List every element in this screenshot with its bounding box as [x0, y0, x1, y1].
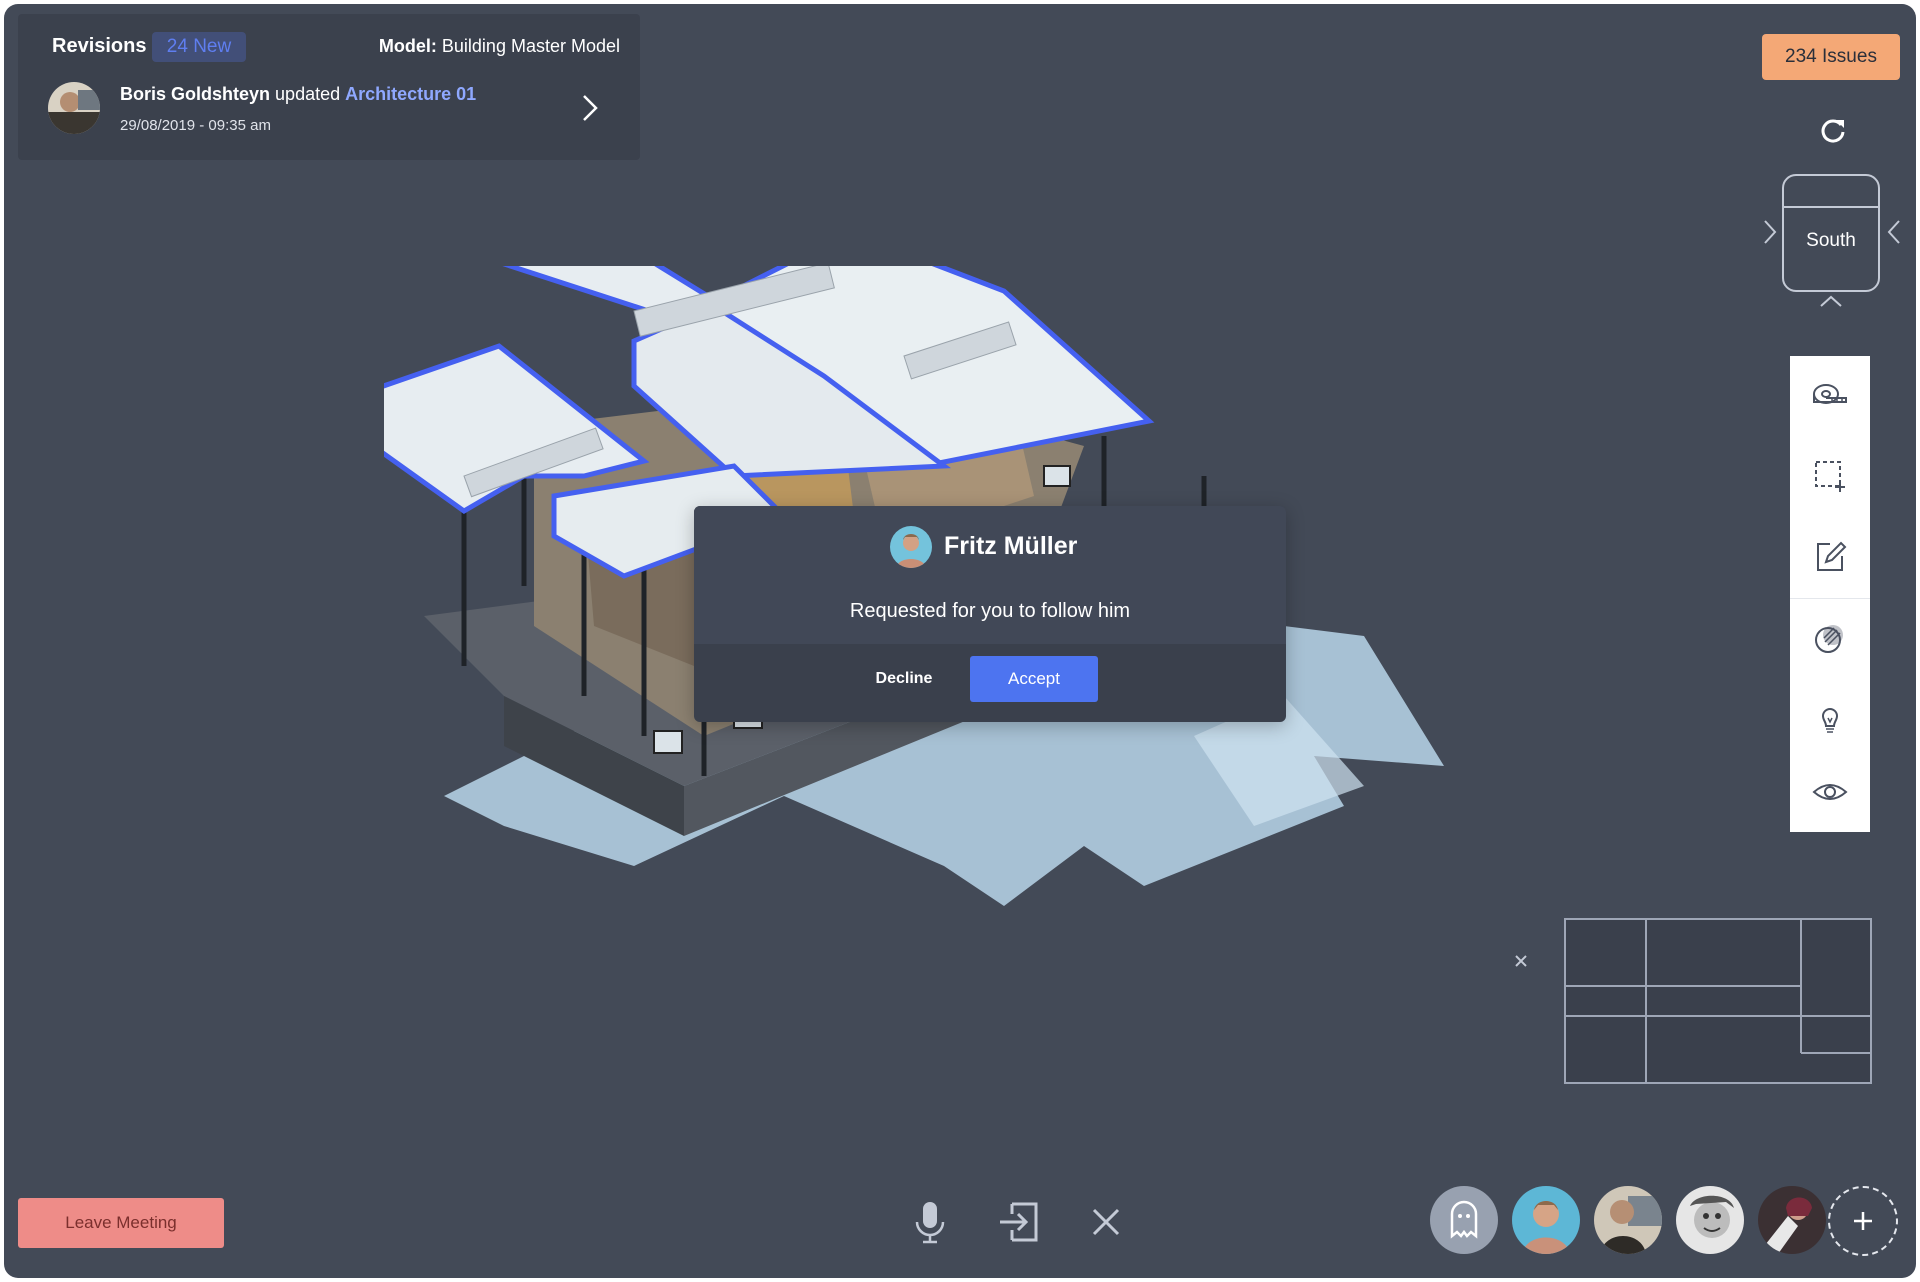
- microphone-button[interactable]: [902, 1194, 958, 1250]
- participant-avatar[interactable]: [1676, 1186, 1744, 1254]
- view-cube-up-icon[interactable]: [1818, 294, 1844, 308]
- measure-tape-icon: [1813, 384, 1847, 404]
- participant-avatar[interactable]: [1758, 1186, 1826, 1254]
- lightbulb-icon: [1821, 708, 1839, 733]
- accept-button[interactable]: Accept: [970, 656, 1098, 702]
- edit-markup-icon: [1817, 541, 1847, 571]
- visibility-tool[interactable]: [1790, 754, 1870, 830]
- request-message: Requested for you to follow him: [849, 600, 1131, 622]
- decline-button[interactable]: Decline: [860, 656, 948, 702]
- microphone-icon: [915, 1202, 945, 1244]
- revision-user-avatar: [48, 82, 100, 134]
- view-cube-prev-icon[interactable]: [1762, 218, 1778, 246]
- eye-icon: [1812, 784, 1848, 800]
- requester-avatar: [890, 526, 932, 568]
- area-select-icon: [1815, 461, 1845, 492]
- section-tool[interactable]: [1790, 600, 1870, 676]
- model-info: Model: Building Master Model: [379, 36, 620, 57]
- new-revisions-badge[interactable]: 24 New: [152, 32, 246, 62]
- tool-divider: [1790, 598, 1870, 599]
- ghost-icon: [1450, 1200, 1478, 1239]
- follow-request-dialog: Fritz Müller Requested for you to follow…: [694, 506, 1286, 722]
- revisions-panel: Revisions 24 New Model: Building Master …: [18, 14, 640, 160]
- revision-action: updated: [275, 84, 341, 104]
- enter-button[interactable]: [990, 1194, 1046, 1250]
- section-sphere-icon: [1815, 625, 1843, 653]
- plus-icon: [1854, 1212, 1872, 1230]
- minimap[interactable]: [1564, 918, 1872, 1084]
- revision-timestamp: 29/08/2019 - 09:35 am: [120, 117, 271, 134]
- view-cube-next-icon[interactable]: [1886, 218, 1902, 246]
- participant-avatar[interactable]: [1512, 1186, 1580, 1254]
- area-select-tool[interactable]: [1790, 438, 1870, 514]
- revision-entry: Boris Goldshteyn updated Architecture 01: [120, 84, 476, 105]
- dialog-body: [694, 506, 1286, 644]
- enter-icon: [1000, 1202, 1038, 1242]
- minimap-close-icon[interactable]: [1512, 952, 1530, 970]
- close-icon: [1092, 1208, 1120, 1236]
- tool-rail: [1790, 356, 1870, 832]
- add-participant-button[interactable]: [1828, 1186, 1898, 1256]
- revision-user: Boris Goldshteyn: [120, 84, 271, 104]
- requester-name: Fritz Müller: [944, 532, 1078, 560]
- revisions-title: Revisions: [52, 35, 147, 57]
- model-label: Model:: [378, 36, 437, 56]
- refresh-icon[interactable]: [1818, 116, 1848, 146]
- view-cube[interactable]: South: [1782, 174, 1880, 292]
- view-cube-label: South: [1806, 230, 1856, 251]
- markup-tool[interactable]: [1790, 518, 1870, 594]
- participant-avatar[interactable]: [1594, 1186, 1662, 1254]
- measure-tool[interactable]: [1790, 358, 1870, 434]
- leave-meeting-button[interactable]: Leave Meeting: [18, 1198, 224, 1248]
- meeting-viewer: Revisions 24 New Model: Building Master …: [4, 4, 1916, 1278]
- issues-button[interactable]: 234 Issues: [1762, 34, 1900, 80]
- lighting-tool[interactable]: [1790, 680, 1870, 756]
- model-name: Building Master Model: [441, 36, 620, 56]
- revision-target-link[interactable]: Architecture 01: [345, 84, 476, 104]
- view-cube-top[interactable]: [1784, 176, 1878, 208]
- ghost-avatar[interactable]: [1430, 1186, 1498, 1254]
- end-session-button[interactable]: [1078, 1194, 1134, 1250]
- chevron-right-icon[interactable]: [576, 92, 602, 124]
